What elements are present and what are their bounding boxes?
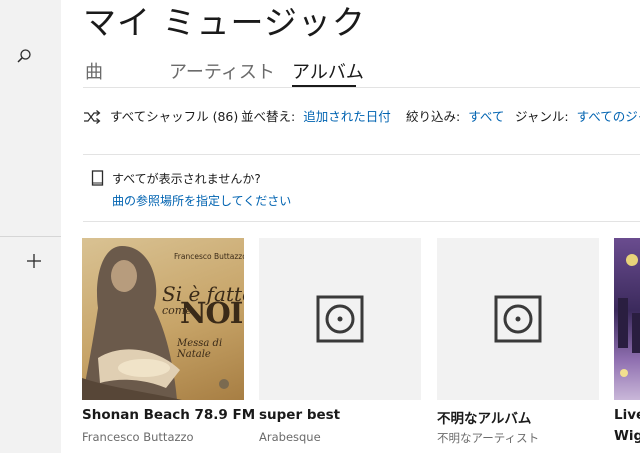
album-artist: Wig [614, 428, 640, 444]
page-title: マイ ミュージック [83, 3, 366, 42]
shuffle-all-label: すべてシャッフル (86) [110, 109, 239, 124]
album-artist: 不明なアーティスト [437, 431, 540, 445]
album-tile[interactable]: Francesco Buttazzo Si è fatto come NOI M… [82, 238, 255, 444]
sort-label: 並べ替え: [241, 109, 296, 124]
album-title: Live [614, 407, 640, 423]
genre-value[interactable]: すべてのジャンル [577, 109, 640, 124]
sort-value[interactable]: 追加された日付 [303, 109, 391, 124]
filter-label: 絞り込み: [406, 109, 461, 124]
sidebar [0, 0, 61, 453]
document-icon [91, 170, 104, 186]
plus-icon[interactable] [24, 251, 44, 271]
album-title: Shonan Beach 78.9 FM [82, 407, 256, 423]
album-artist: Francesco Buttazzo [82, 430, 194, 444]
album-placeholder-icon [316, 295, 364, 343]
sort-control[interactable]: 並べ替え: 追加された日付 [241, 108, 391, 126]
choose-locations-link[interactable]: 曲の参照場所を指定してください [112, 192, 291, 209]
shuffle-icon [84, 110, 101, 124]
album-cover [259, 238, 421, 400]
album-title: 不明なアルバム [437, 411, 532, 427]
album-tile[interactable]: super best Arabesque [259, 238, 421, 444]
divider [83, 154, 640, 155]
album-cover: Francesco Buttazzo Si è fatto come NOI M… [82, 238, 244, 400]
tab-albums[interactable]: アルバム [292, 58, 364, 84]
toolbar: すべてシャッフル (86) 並べ替え: 追加された日付 絞り込み: すべて ジャ… [83, 108, 640, 128]
album-tile[interactable]: 不明なアルバム 不明なアーティスト [437, 238, 599, 445]
album-cover [437, 238, 599, 400]
album-placeholder-icon [494, 295, 542, 343]
filter-value[interactable]: すべて [468, 109, 504, 124]
search-icon[interactable] [12, 44, 36, 68]
genre-label: ジャンル: [515, 109, 569, 124]
album-artist: Arabesque [259, 430, 321, 444]
filter-control[interactable]: 絞り込み: すべて [406, 108, 504, 126]
tab-artists[interactable]: アーティスト [169, 58, 275, 84]
album-title: super best [259, 407, 341, 423]
genre-control[interactable]: ジャンル: すべてのジャンル [515, 108, 640, 126]
sidebar-divider [0, 236, 61, 237]
album-tile-partial[interactable] [614, 238, 640, 400]
divider [83, 221, 640, 222]
cover-author: Francesco Buttazzo [174, 252, 244, 261]
missing-music-question: すべてが表示されませんか? [112, 172, 261, 186]
cover-subtitle: Messa di Natale [177, 338, 223, 360]
album-cover [614, 238, 640, 400]
divider [83, 87, 640, 88]
cover-noi: NOI [180, 296, 243, 330]
live-artwork [618, 254, 640, 377]
tab-songs[interactable]: 曲 [85, 58, 103, 84]
main-content: マイ ミュージック 曲 アーティスト アルバム すべてシャッフル (86) 並べ… [61, 0, 640, 453]
